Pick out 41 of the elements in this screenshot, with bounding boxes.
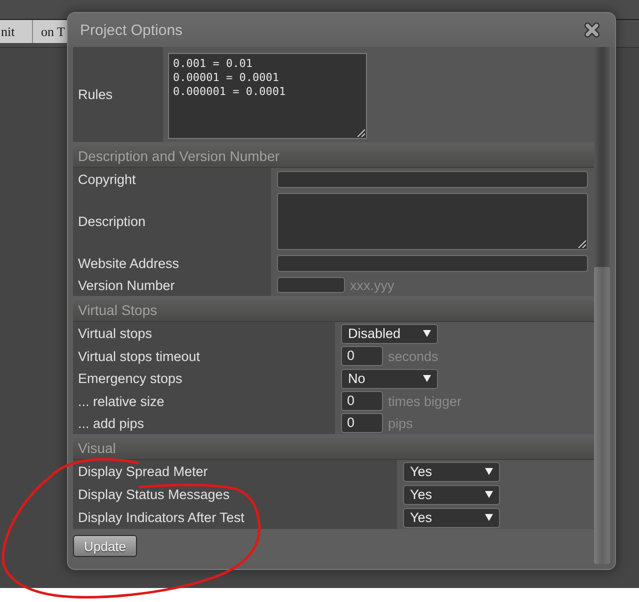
caret-icon xyxy=(485,468,493,475)
background-tab[interactable]: nit xyxy=(0,20,33,43)
dropdown[interactable]: Yes xyxy=(403,484,500,504)
field-label: Rules xyxy=(73,47,163,142)
field-label: Display Status Messages xyxy=(73,483,397,506)
field-label: ... add pips xyxy=(73,412,335,434)
scrollbar[interactable] xyxy=(594,47,610,564)
dropdown[interactable]: Yes xyxy=(403,508,500,528)
background-tab[interactable]: on T xyxy=(33,20,67,43)
text-area[interactable]: 0.001 = 0.01 0.00001 = 0.0001 0.000001 = 0.0001 xyxy=(168,53,367,139)
close-icon[interactable] xyxy=(584,22,600,38)
input-field[interactable] xyxy=(277,170,588,188)
caret-icon xyxy=(485,491,493,498)
scrollbar-thumb[interactable] xyxy=(594,267,610,564)
field-label: Virtual stops timeout xyxy=(73,345,335,367)
resize-grip-icon[interactable] xyxy=(356,128,365,137)
input-field[interactable]: 0 xyxy=(341,391,383,411)
field-label: Version Number xyxy=(73,274,271,296)
field-label: Description xyxy=(73,190,271,252)
section-header: Visual xyxy=(73,438,594,460)
dropdown[interactable]: Yes xyxy=(403,462,500,482)
caret-icon xyxy=(485,514,493,521)
dropdown[interactable]: No xyxy=(341,368,438,388)
field-label: Virtual stops xyxy=(73,322,335,345)
input-field[interactable]: 0 xyxy=(341,346,383,366)
resize-grip-icon[interactable] xyxy=(577,238,586,248)
caret-icon xyxy=(423,375,431,382)
dialog-title: Project Options xyxy=(80,22,183,38)
field-label: ... relative size xyxy=(73,390,335,412)
caret-icon xyxy=(423,330,431,337)
dropdown[interactable]: Disabled xyxy=(341,324,438,344)
input-field[interactable] xyxy=(277,277,345,293)
field-label: Copyright xyxy=(73,168,271,190)
field-label: Display Indicators After Test xyxy=(73,506,397,529)
field-label: Website Address xyxy=(73,252,271,274)
section-header: Virtual Stops xyxy=(73,300,594,322)
section-header: Description and Version Number xyxy=(73,146,594,168)
input-field[interactable]: 0 xyxy=(341,413,383,433)
field-label: Emergency stops xyxy=(73,367,335,390)
field-label: Display Spread Meter xyxy=(73,460,397,483)
input-field[interactable] xyxy=(277,254,588,272)
